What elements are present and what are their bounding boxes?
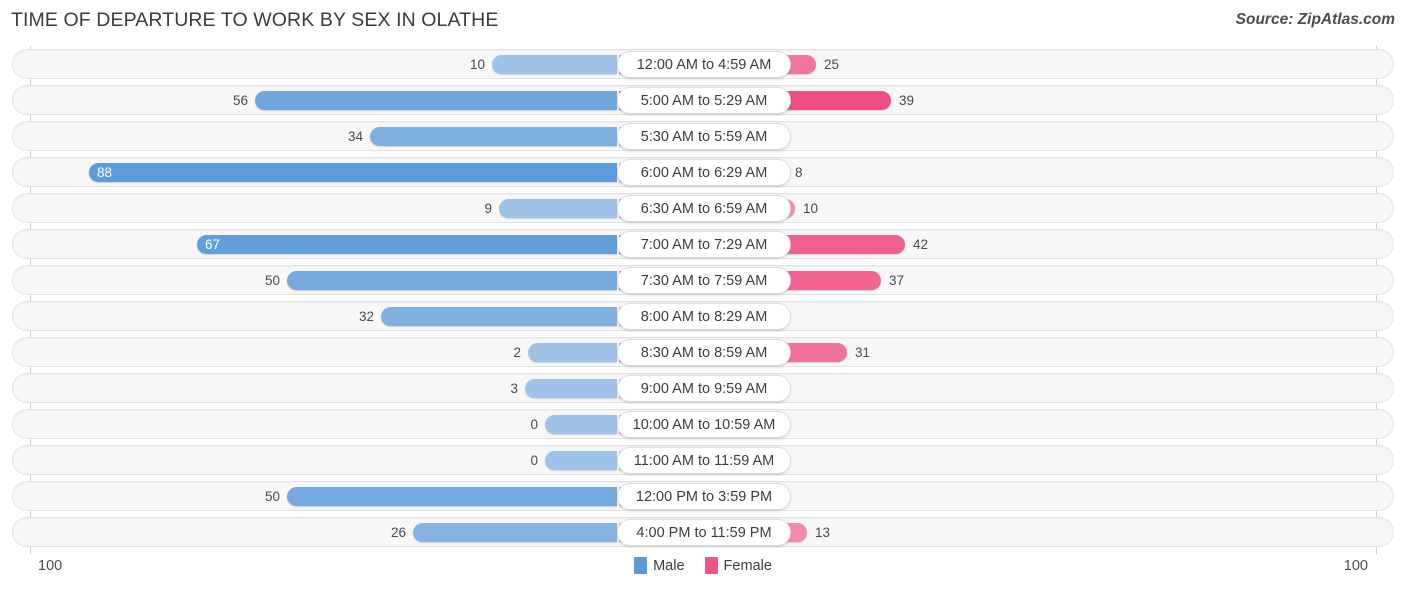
chart-row: 3435:30 AM to 5:59 AM: [0, 118, 1406, 154]
category-label: 12:00 AM to 4:59 AM: [617, 50, 791, 78]
category-label: 7:30 AM to 7:59 AM: [617, 266, 791, 294]
bar-value-male: 26: [390, 525, 406, 540]
bar-value-male: 34: [347, 129, 363, 144]
chart-page: TIME OF DEPARTURE TO WORK BY SEX IN OLAT…: [0, 0, 1406, 594]
bar-male[interactable]: [413, 523, 617, 542]
bar-value-male: 0: [530, 417, 538, 432]
bar-value-female: 13: [815, 525, 831, 540]
bar-male[interactable]: [381, 307, 617, 326]
bar-male[interactable]: [545, 451, 617, 470]
chart-legend: Male Female: [0, 557, 1406, 574]
chart-row: 50 37 7:30 AM to 7:59 AM: [0, 262, 1406, 298]
bar-male[interactable]: [528, 343, 617, 362]
chart-row: 10 25 12:00 AM to 4:59 AM: [0, 46, 1406, 82]
legend-label: Male: [653, 557, 685, 574]
legend-label: Female: [723, 557, 772, 574]
bar-male[interactable]: [287, 487, 617, 506]
category-label: 11:00 AM to 11:59 AM: [617, 446, 791, 474]
bar-value-male: 56: [232, 93, 248, 108]
bar-value-female: 8: [795, 165, 803, 180]
chart-header: TIME OF DEPARTURE TO WORK BY SEX IN OLAT…: [0, 0, 1406, 42]
bar-value-male: 9: [484, 201, 492, 216]
chart-footer: 100 100 Male Female: [0, 554, 1406, 594]
category-label: 12:00 PM to 3:59 PM: [617, 482, 791, 510]
chart-row: 0411:00 AM to 11:59 AM: [0, 442, 1406, 478]
category-label: 7:00 AM to 7:29 AM: [617, 230, 791, 258]
category-label: 8:00 AM to 8:29 AM: [617, 302, 791, 330]
chart-row: 88 8 6:00 AM to 6:29 AM: [0, 154, 1406, 190]
chart-row: 3208:00 AM to 8:29 AM: [0, 298, 1406, 334]
bar-male[interactable]: [525, 379, 617, 398]
bar-value-male: 50: [264, 273, 280, 288]
category-label: 4:00 PM to 11:59 PM: [617, 518, 791, 546]
chart-row: 9 10 6:30 AM to 6:59 AM: [0, 190, 1406, 226]
page-title: TIME OF DEPARTURE TO WORK BY SEX IN OLAT…: [11, 9, 499, 31]
bar-value-male: 32: [358, 309, 374, 324]
bar-male[interactable]: [492, 55, 617, 74]
category-label: 9:00 AM to 9:59 AM: [617, 374, 791, 402]
bar-value-male: 50: [264, 489, 280, 504]
bar-value-female: 25: [824, 57, 840, 72]
chart-row: 56 39 5:00 AM to 5:29 AM: [0, 82, 1406, 118]
bar-value-male: 3: [510, 381, 518, 396]
bar-male[interactable]: [255, 91, 617, 110]
bar-value-male: 67: [205, 237, 221, 252]
bar-value-female: 31: [855, 345, 871, 360]
category-label: 10:00 AM to 10:59 AM: [617, 410, 791, 438]
legend-swatch-icon: [634, 557, 648, 574]
chart-row: 0410:00 AM to 10:59 AM: [0, 406, 1406, 442]
diverging-bar-chart: 10 25 12:00 AM to 4:59 AM 56 39 5:00 AM to 5:…: [0, 46, 1406, 554]
chart-row: 2 31 8:30 AM to 8:59 AM: [0, 334, 1406, 370]
chart-row: 50012:00 PM to 3:59 PM: [0, 478, 1406, 514]
bar-male[interactable]: [89, 163, 617, 182]
source-attribution: Source: ZipAtlas.com: [1235, 11, 1395, 28]
bar-male[interactable]: [197, 235, 617, 254]
legend-item[interactable]: Male: [634, 557, 685, 574]
bar-value-female: 39: [899, 93, 915, 108]
legend-swatch-icon: [704, 557, 718, 574]
chart-row: 67 42 7:00 AM to 7:29 AM: [0, 226, 1406, 262]
bar-male[interactable]: [545, 415, 617, 434]
category-label: 5:00 AM to 5:29 AM: [617, 86, 791, 114]
bar-male[interactable]: [499, 199, 617, 218]
category-label: 6:30 AM to 6:59 AM: [617, 194, 791, 222]
legend-item[interactable]: Female: [704, 557, 772, 574]
bar-value-male: 0: [530, 453, 538, 468]
category-label: 5:30 AM to 5:59 AM: [617, 122, 791, 150]
bar-value-male: 2: [513, 345, 521, 360]
category-label: 8:30 AM to 8:59 AM: [617, 338, 791, 366]
chart-row: 329:00 AM to 9:59 AM: [0, 370, 1406, 406]
chart-row: 26 13 4:00 PM to 11:59 PM: [0, 514, 1406, 550]
bar-value-female: 10: [803, 201, 819, 216]
bar-male[interactable]: [287, 271, 617, 290]
category-label: 6:00 AM to 6:29 AM: [617, 158, 791, 186]
bar-value-male: 88: [97, 165, 113, 180]
bar-value-female: 42: [913, 237, 929, 252]
bar-value-male: 10: [469, 57, 485, 72]
bar-value-female: 37: [889, 273, 905, 288]
bar-male[interactable]: [370, 127, 617, 146]
